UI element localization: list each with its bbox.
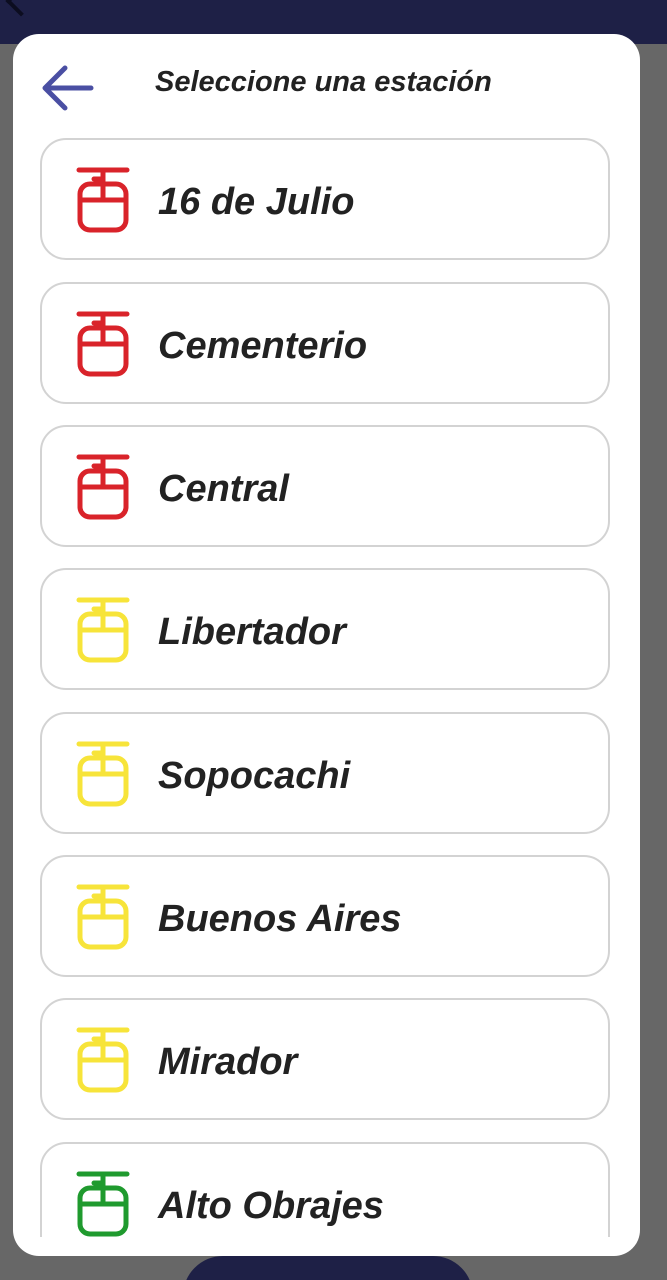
station-item-mirador[interactable]: Mirador (40, 998, 610, 1120)
cable-car-icon (76, 884, 130, 950)
station-item-alto-obrajes[interactable]: Alto Obrajes (40, 1142, 610, 1237)
cable-car-icon (76, 1171, 130, 1237)
cable-car-icon (76, 167, 130, 233)
back-button[interactable] (35, 58, 99, 118)
station-select-dialog: Seleccione una estación 16 de Julio Ceme… (13, 34, 640, 1256)
station-label: Libertador (158, 611, 346, 653)
station-label: Mirador (158, 1041, 298, 1083)
station-item-buenos-aires[interactable]: Buenos Aires (40, 855, 610, 977)
cable-car-icon (76, 454, 130, 520)
station-list[interactable]: 16 de Julio Cementerio Central Libertado… (13, 136, 640, 1237)
station-label: Buenos Aires (158, 898, 402, 940)
station-item-central[interactable]: Central (40, 425, 610, 547)
cable-car-icon (76, 311, 130, 377)
station-item-sopocachi[interactable]: Sopocachi (40, 712, 610, 834)
station-label: Alto Obrajes (158, 1185, 384, 1227)
station-label: Central (158, 468, 289, 510)
cable-car-icon (76, 741, 130, 807)
cable-car-icon (76, 597, 130, 663)
station-label: 16 de Julio (158, 181, 355, 223)
station-label: Sopocachi (158, 755, 351, 797)
app-screen: Seleccione una estación 16 de Julio Ceme… (0, 0, 667, 1280)
bottom-action-tab[interactable] (183, 1256, 473, 1280)
station-item-16-de-julio[interactable]: 16 de Julio (40, 138, 610, 260)
station-item-libertador[interactable]: Libertador (40, 568, 610, 690)
station-item-cementerio[interactable]: Cementerio (40, 282, 610, 404)
station-label: Cementerio (158, 325, 368, 367)
partial-back-chevron-icon (5, 0, 37, 17)
arrow-left-icon (42, 65, 94, 111)
dialog-header: Seleccione una estación (13, 34, 640, 136)
cable-car-icon (76, 1027, 130, 1093)
dialog-title: Seleccione una estación (155, 66, 492, 98)
